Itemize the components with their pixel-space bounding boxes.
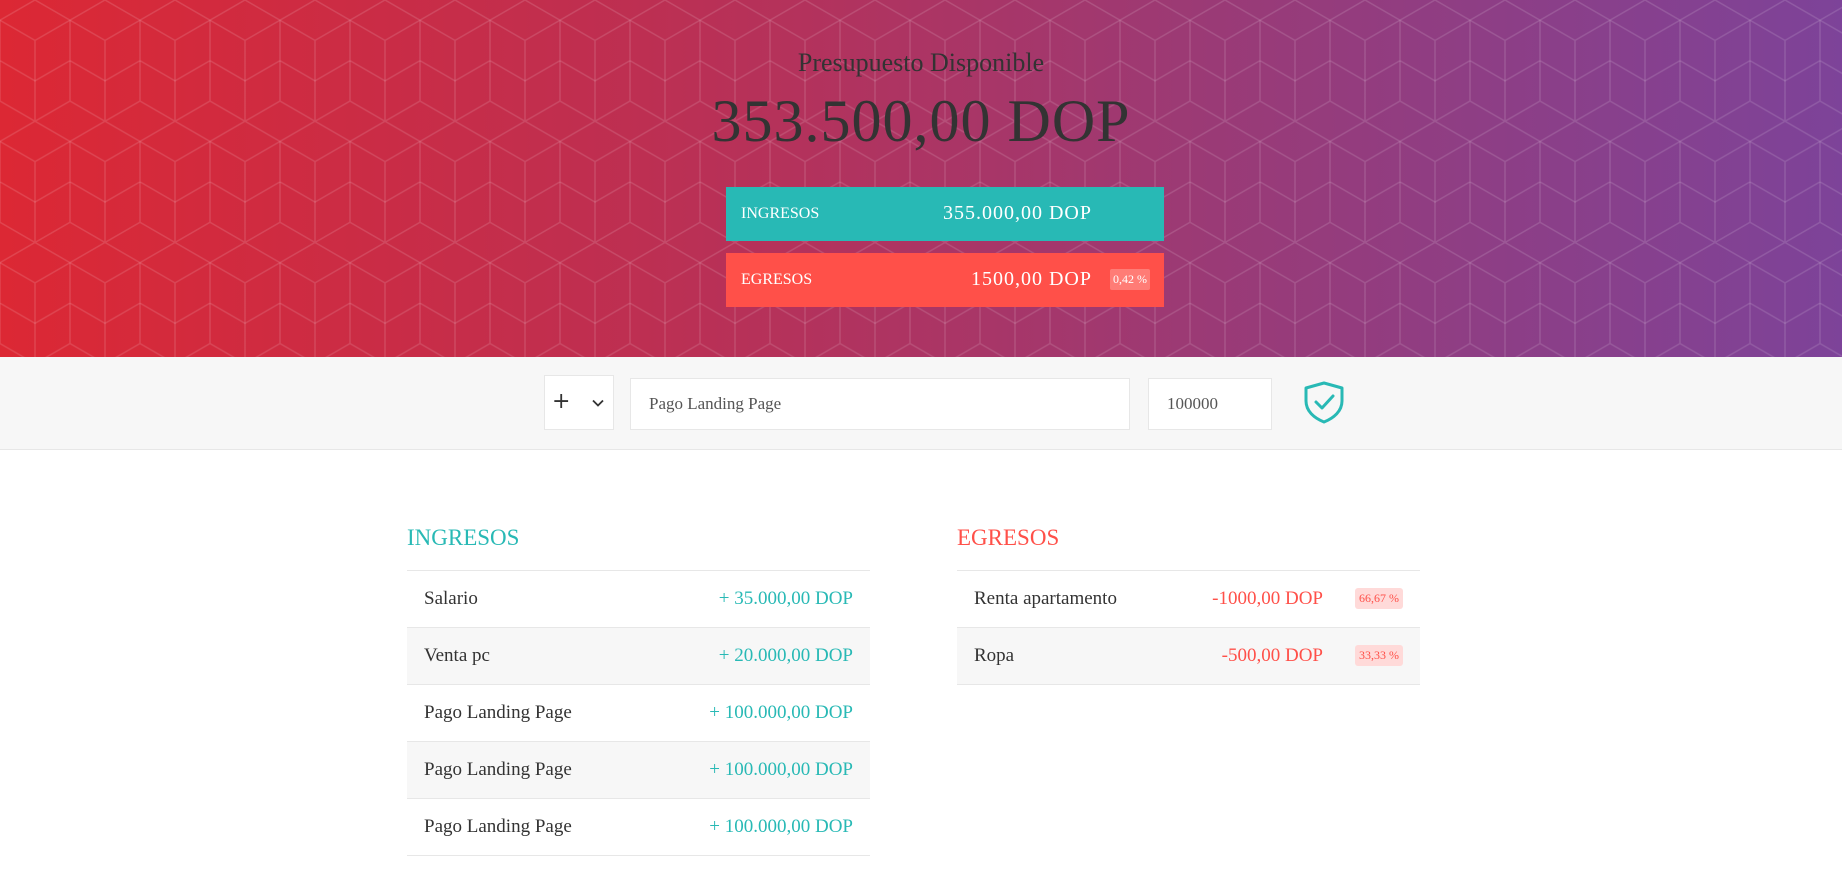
- income-summary: Ingresos 355.000,00 DOP: [726, 187, 1164, 241]
- item-description: Venta pc: [424, 645, 490, 666]
- budget-header: Presupuesto Disponible 353.500,00 DOP In…: [0, 0, 1842, 357]
- type-select[interactable]: +: [544, 375, 614, 430]
- expense-summary: Egresos 1500,00 DOP 0,42 %: [726, 253, 1164, 307]
- income-list-title: Ingresos: [407, 525, 520, 550]
- item-percentage-badge: 33,33 %: [1355, 645, 1403, 666]
- item-amount: -1000,00 DOP: [1212, 588, 1323, 609]
- item-amount: + 20.000,00 DOP: [718, 645, 853, 666]
- item-amount: -500,00 DOP: [1221, 645, 1323, 666]
- type-select-value: +: [552, 389, 571, 414]
- item-description: Salario: [424, 588, 478, 609]
- income-summary-label: Ingresos: [741, 205, 820, 222]
- expense-rows: Renta apartamento -1000,00 DOP 66,67 % Ropa…: [957, 570, 1420, 685]
- item-description: Pago Landing Page: [424, 759, 572, 780]
- amount-input[interactable]: [1148, 378, 1272, 430]
- budget-value: 353.500,00 DOP: [711, 88, 1131, 154]
- expense-list-title: Egresos: [957, 525, 1060, 550]
- description-input[interactable]: [630, 378, 1130, 430]
- item-description: Ropa: [974, 645, 1015, 666]
- item-percentage-badge: 66,67 %: [1355, 588, 1403, 609]
- item-amount: + 100.000,00 DOP: [709, 759, 853, 780]
- expense-summary-value: 1500,00 DOP: [970, 268, 1092, 290]
- add-entry-button[interactable]: [1302, 379, 1346, 425]
- item-description: Pago Landing Page: [424, 702, 572, 723]
- item-description: Renta apartamento: [974, 588, 1117, 609]
- list-item[interactable]: Renta apartamento -1000,00 DOP 66,67 %: [957, 571, 1420, 628]
- expense-list: Egresos Renta apartamento -1000,00 DOP 66,…: [957, 520, 1420, 685]
- chevron-down-icon: [592, 399, 604, 407]
- income-summary-value: 355.000,00 DOP: [942, 202, 1092, 224]
- expense-percentage-badge: 0,42 %: [1110, 269, 1150, 290]
- item-amount: + 100.000,00 DOP: [709, 816, 853, 837]
- shield-check-icon: [1304, 381, 1344, 424]
- item-amount: + 100.000,00 DOP: [709, 702, 853, 723]
- list-item[interactable]: Pago Landing Page + 100.000,00 DOP: [407, 685, 870, 742]
- list-item[interactable]: Venta pc + 20.000,00 DOP: [407, 628, 870, 685]
- list-item[interactable]: Salario + 35.000,00 DOP: [407, 571, 870, 628]
- add-entry-bar: +: [0, 357, 1842, 450]
- income-rows: Salario + 35.000,00 DOP Venta pc + 20.000,0…: [407, 570, 870, 856]
- expense-summary-label: Egresos: [741, 271, 813, 288]
- item-amount: + 35.000,00 DOP: [718, 588, 853, 609]
- list-item[interactable]: Pago Landing Page + 100.000,00 DOP: [407, 742, 870, 799]
- list-item[interactable]: Ropa -500,00 DOP 33,33 %: [957, 628, 1420, 685]
- income-list: Ingresos Salario + 35.000,00 DOP Venta pc +…: [407, 520, 870, 856]
- item-description: Pago Landing Page: [424, 816, 572, 837]
- budget-title: Presupuesto Disponible: [797, 48, 1045, 77]
- list-item[interactable]: Pago Landing Page + 100.000,00 DOP: [407, 799, 870, 856]
